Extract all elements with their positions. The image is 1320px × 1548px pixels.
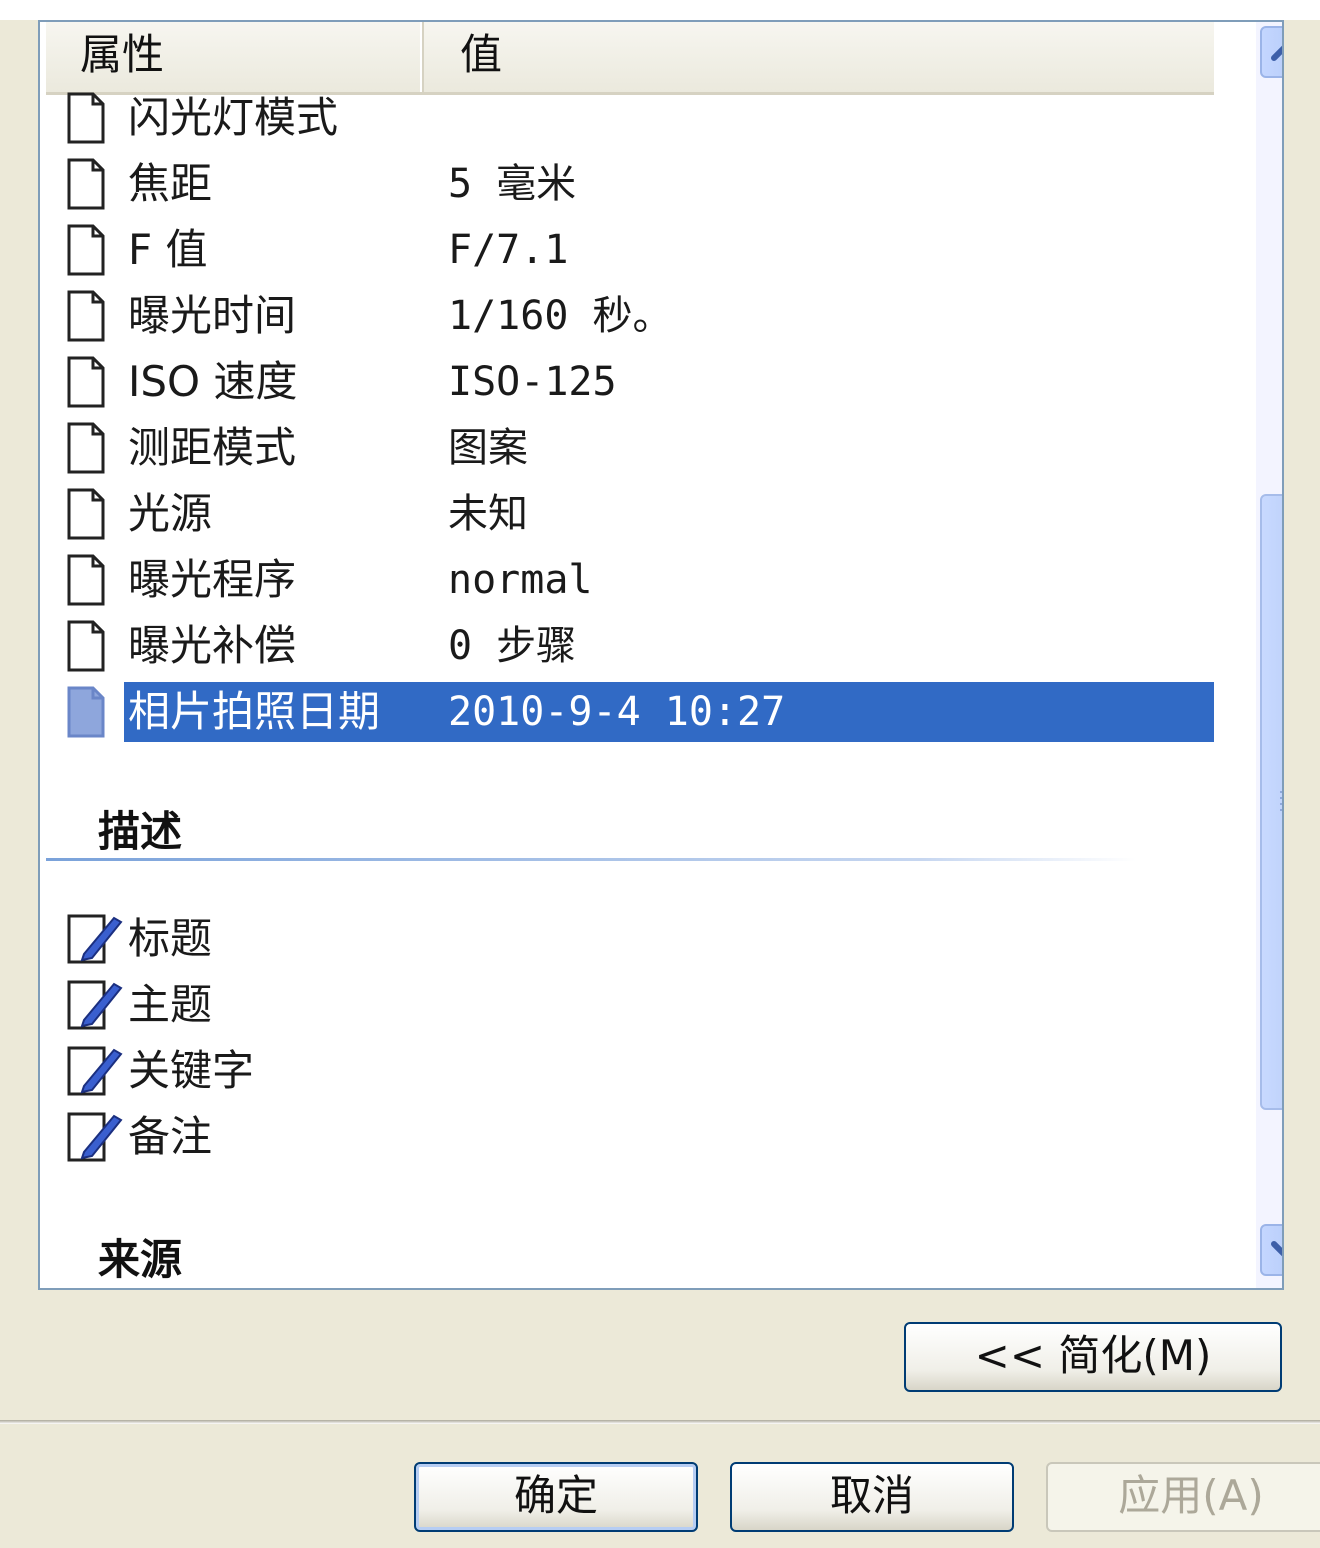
- cancel-button[interactable]: 取消: [730, 1462, 1014, 1532]
- chevron-down-icon: [1271, 1241, 1282, 1257]
- section-title-source: 来源: [98, 1235, 183, 1284]
- property-name: 关键字: [128, 1046, 255, 1095]
- property-value: 5 毫米: [448, 161, 577, 207]
- property-name: 闪光灯模式: [128, 93, 339, 142]
- property-name: 曝光时间: [128, 291, 297, 340]
- edit-document-icon: [67, 1112, 123, 1162]
- document-icon: [67, 488, 105, 540]
- edit-document-icon: [67, 980, 123, 1030]
- property-value: ISO-125: [448, 359, 617, 405]
- list-header: 属性 值: [46, 22, 1214, 95]
- edit-document-icon: [67, 1046, 123, 1096]
- document-icon: [67, 686, 105, 738]
- edit-document-icon: [67, 914, 123, 964]
- property-value: 2010-9-4 10:27: [448, 689, 786, 735]
- scroll-thumb[interactable]: [1260, 494, 1282, 1110]
- list-item[interactable]: 焦距 5 毫米: [62, 152, 1212, 216]
- property-value: normal: [448, 557, 593, 603]
- list-item[interactable]: 测距模式 图案: [62, 416, 1212, 480]
- list-item[interactable]: 曝光补偿 0 步骤: [62, 614, 1212, 678]
- property-list[interactable]: 属性 值 闪光灯模式 焦距 5 毫米 F 值 F/7.1 曝光时间 1/160 …: [38, 20, 1284, 1290]
- list-item[interactable]: ISO 速度 ISO-125: [62, 350, 1212, 414]
- property-name: 曝光补偿: [128, 621, 297, 670]
- document-icon: [67, 158, 105, 210]
- property-name: 焦距: [128, 159, 213, 208]
- list-item[interactable]: 闪光灯模式: [62, 86, 1212, 150]
- column-header-property[interactable]: 属性: [80, 22, 422, 92]
- scroll-up-button[interactable]: [1260, 26, 1282, 78]
- property-name: ISO 速度: [128, 357, 298, 406]
- property-name: F 值: [128, 225, 208, 274]
- grip-icon: [1280, 791, 1282, 811]
- list-item[interactable]: F 值 F/7.1: [62, 218, 1212, 282]
- property-value: F/7.1: [448, 227, 569, 273]
- property-name: 光源: [128, 489, 213, 538]
- scroll-down-button[interactable]: [1260, 1224, 1282, 1276]
- list-item[interactable]: 光源 未知: [62, 482, 1212, 546]
- page: 属性 值 闪光灯模式 焦距 5 毫米 F 值 F/7.1 曝光时间 1/160 …: [0, 0, 1320, 1548]
- property-value: 0 步骤: [448, 623, 577, 669]
- section-title-description: 描述: [98, 807, 183, 856]
- property-name: 曝光程序: [128, 555, 297, 604]
- document-icon: [67, 356, 105, 408]
- properties-dialog: 属性 值 闪光灯模式 焦距 5 毫米 F 值 F/7.1 曝光时间 1/160 …: [0, 20, 1320, 1548]
- property-name: 测距模式: [128, 423, 297, 472]
- property-value: 未知: [448, 491, 528, 537]
- simplify-button[interactable]: << 简化(M): [904, 1322, 1282, 1392]
- document-icon: [67, 620, 105, 672]
- property-value: 图案: [448, 425, 528, 471]
- property-name: 标题: [128, 914, 213, 963]
- dialog-divider: [0, 1420, 1320, 1424]
- property-name: 相片拍照日期: [128, 687, 381, 736]
- apply-button[interactable]: 应用(A): [1046, 1462, 1320, 1532]
- list-item-selected[interactable]: 相片拍照日期 2010-9-4 10:27: [62, 680, 1214, 744]
- section-divider: [46, 858, 1136, 861]
- chevron-up-icon: [1271, 45, 1282, 61]
- property-name: 主题: [128, 980, 213, 1029]
- ok-button[interactable]: 确定: [414, 1462, 698, 1532]
- property-name: 备注: [128, 1112, 213, 1161]
- property-value: 1/160 秒。: [448, 293, 673, 339]
- list-item[interactable]: 曝光时间 1/160 秒。: [62, 284, 1212, 348]
- document-icon: [67, 422, 105, 474]
- document-icon: [67, 92, 105, 144]
- document-icon: [67, 224, 105, 276]
- vertical-scrollbar[interactable]: [1256, 22, 1282, 1288]
- document-icon: [67, 554, 105, 606]
- list-item[interactable]: 曝光程序 normal: [62, 548, 1212, 612]
- document-icon: [67, 290, 105, 342]
- column-header-value[interactable]: 值: [460, 22, 760, 92]
